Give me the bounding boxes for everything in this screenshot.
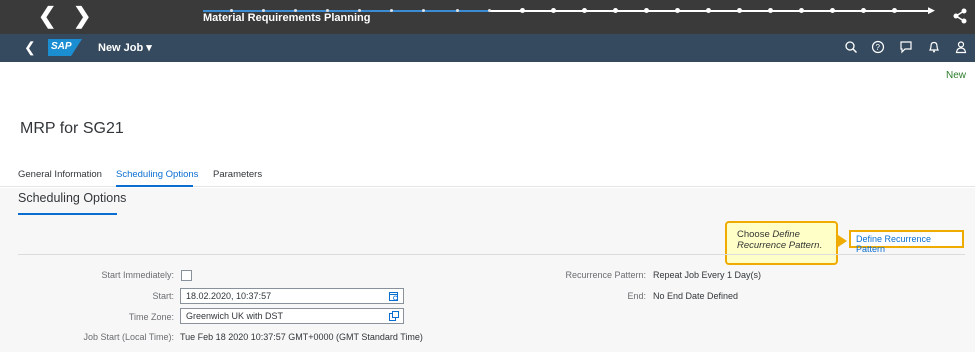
progress-step-dot	[582, 8, 587, 13]
progress-step-dot	[644, 8, 649, 13]
job-start-label: Job Start (Local Time):	[83, 332, 174, 342]
progress-step-dot	[613, 8, 618, 13]
section-title: Scheduling Options	[18, 191, 127, 205]
active-tab-indicator	[116, 185, 193, 187]
app-title-menu[interactable]: New Job ▾	[98, 41, 152, 54]
progress-step-dot	[675, 8, 680, 13]
time-zone-label: Time Zone:	[128, 312, 174, 322]
page-title: MRP for SG21	[20, 120, 124, 137]
progress-step-done-dot	[422, 9, 425, 12]
tab-general-information[interactable]: General Information	[18, 169, 102, 180]
section-divider	[18, 254, 965, 255]
time-zone-input[interactable]: Greenwich UK with DST	[180, 308, 404, 324]
start-label: Start:	[152, 291, 174, 301]
progress-step-dot	[706, 8, 711, 13]
value-help-icon[interactable]	[389, 311, 399, 321]
scheduling-options-section: Scheduling Options Choose Define Recurre…	[0, 188, 975, 352]
search-icon[interactable]	[844, 40, 858, 54]
start-immediately-checkbox[interactable]	[181, 270, 192, 281]
tutorial-callout: Choose Define Recurrence Pattern.	[725, 221, 838, 265]
svg-text:?: ?	[876, 43, 881, 52]
previous-step-icon[interactable]: ❮	[38, 4, 56, 28]
progress-step-dot	[737, 8, 742, 13]
end-label: End:	[627, 291, 646, 301]
start-datetime-input[interactable]: 18.02.2020, 10:37:57	[180, 288, 404, 304]
shell-bar: ❮ SAP New Job ▾ ?	[0, 34, 975, 62]
job-start-value: Tue Feb 18 2020 10:37:57 GMT+0000 (GMT S…	[180, 332, 423, 342]
callout-emphasis-1: Define	[772, 229, 800, 240]
progress-end-icon: ▶	[928, 5, 935, 15]
section-title-underline	[18, 213, 117, 215]
new-link[interactable]: New	[946, 70, 966, 81]
define-recurrence-pattern-button[interactable]: Define Recurrence Pattern	[849, 230, 964, 254]
next-step-icon[interactable]: ❯	[73, 4, 91, 28]
recurrence-pattern-value: Repeat Job Every 1 Day(s)	[653, 270, 762, 280]
callout-emphasis-2: Recurrence Pattern	[737, 240, 820, 251]
progress-step-done-dot	[390, 9, 393, 12]
time-zone-value: Greenwich UK with DST	[186, 311, 284, 321]
tab-bar: General Information Scheduling Options P…	[0, 164, 975, 187]
calendar-clock-icon[interactable]	[389, 291, 399, 301]
help-icon[interactable]: ?	[871, 40, 885, 54]
feedback-icon[interactable]	[899, 40, 913, 54]
callout-pointer	[838, 235, 847, 247]
callout-suffix: .	[819, 240, 823, 251]
user-profile-icon[interactable]	[954, 40, 968, 54]
sap-logo[interactable]: SAP	[48, 39, 82, 56]
tab-scheduling-options[interactable]: Scheduling Options	[116, 169, 198, 180]
progress-step-dot	[768, 8, 773, 13]
back-icon[interactable]: ❮	[24, 39, 36, 56]
progress-step-done-dot	[456, 9, 459, 12]
start-immediately-label: Start Immediately:	[101, 270, 174, 280]
start-datetime-value: 18.02.2020, 10:37:57	[186, 291, 272, 301]
progress-step-dot	[799, 8, 804, 13]
progress-step-done-dot	[488, 9, 491, 12]
callout-prefix: Choose	[737, 229, 773, 240]
progress-step-dot	[861, 8, 866, 13]
tab-parameters[interactable]: Parameters	[213, 169, 262, 180]
tutorial-bar: ❮ ❯ ▶ Material Requirements Planning	[0, 0, 975, 34]
progress-step-dot	[830, 8, 835, 13]
progress-step-dot	[551, 8, 556, 13]
tutorial-title: Material Requirements Planning	[203, 12, 371, 24]
recurrence-pattern-label: Recurrence Pattern:	[565, 270, 646, 280]
notifications-bell-icon[interactable]	[927, 40, 941, 54]
end-value: No End Date Defined	[653, 291, 739, 301]
progress-step-dot	[892, 8, 897, 13]
share-icon[interactable]	[953, 8, 967, 24]
progress-step-dot	[520, 8, 525, 13]
